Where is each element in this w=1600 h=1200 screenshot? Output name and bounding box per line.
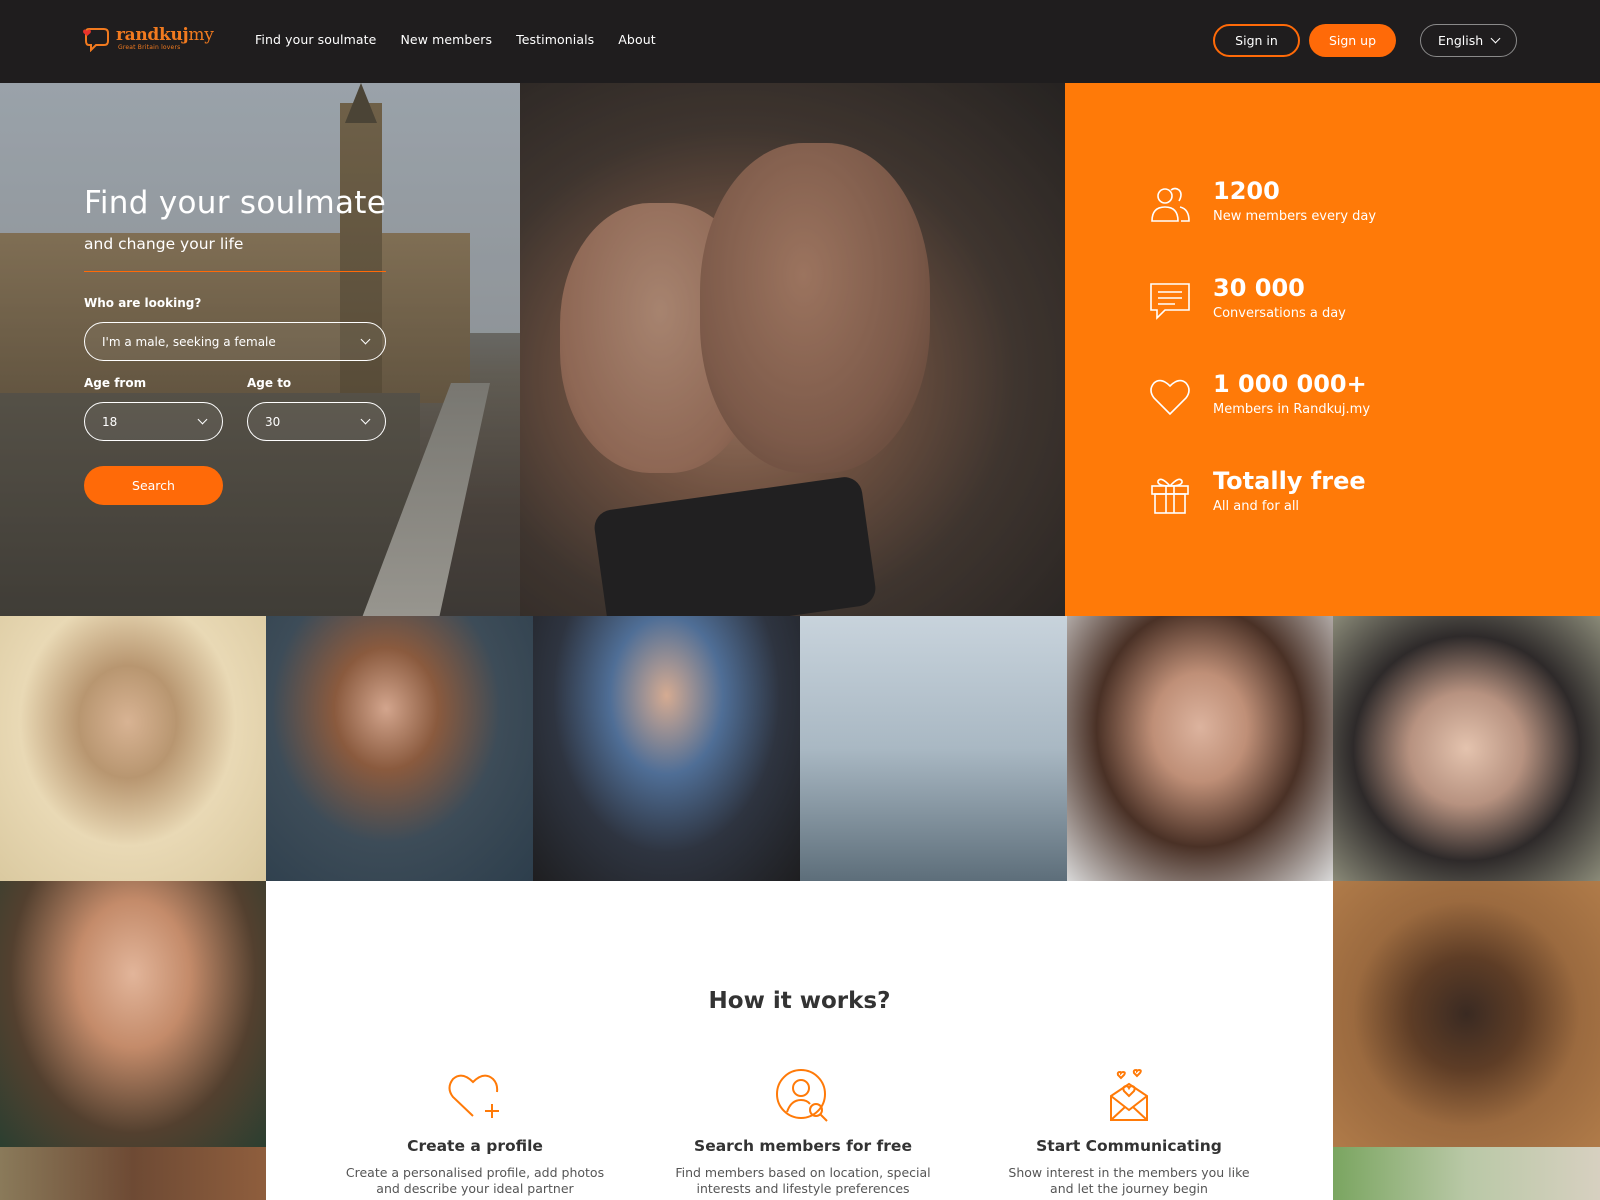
brand-tagline: Great Britain lovers [118,44,181,51]
chevron-down-icon [360,334,371,345]
stat-caption: Members in Randkuj.my [1213,402,1371,417]
age-from-select[interactable]: 18 [84,402,223,441]
nav-find-soulmate[interactable]: Find your soulmate [255,32,376,47]
chevron-down-icon [1490,33,1501,44]
logo[interactable]: randkujmy Great Britain lovers [82,26,214,52]
member-photo[interactable] [0,881,266,1147]
nav-about[interactable]: About [618,32,655,47]
chat-heart-icon [83,28,109,52]
main-nav: Find your soulmate New members Testimoni… [255,32,656,47]
step-create-profile: Create a profile Create a personalised p… [325,1066,625,1197]
hero-subtitle: and change your life [84,235,244,253]
brand-name: randkujmy [116,25,214,45]
step-title: Start Communicating [1036,1137,1222,1155]
sign-up-button[interactable]: Sign up [1309,24,1396,57]
step-start-communicating: Start Communicating Show interest in the… [979,1066,1279,1197]
sign-in-button[interactable]: Sign in [1213,24,1300,57]
stats-panel: 1200 New members every day 30 000 Conver… [1065,83,1600,616]
age-from-label: Age from [84,376,147,390]
stat-number: 1 000 000+ [1213,370,1367,398]
member-photo[interactable] [0,616,266,881]
member-photo[interactable] [1333,881,1600,1147]
hero-title: Find your soulmate [84,185,387,221]
stat-number: Totally free [1213,467,1366,495]
stat-caption: All and for all [1213,499,1300,514]
member-photo[interactable] [800,616,1067,881]
stat-number: 1200 [1213,177,1280,205]
nav-testimonials[interactable]: Testimonials [516,32,594,47]
who-label: Who are looking? [84,296,202,310]
how-it-works-section: How it works? Create a profile Create a … [266,881,1333,1200]
member-photo[interactable] [1333,616,1600,881]
step-description: Show interest in the members you like an… [1008,1165,1250,1196]
nav-new-members[interactable]: New members [400,32,492,47]
age-from-value: 18 [102,414,118,429]
who-value: I'm a male, seeking a female [102,334,276,349]
step-description: Find members based on location, special … [675,1165,931,1196]
step-search-members: Search members for free Find members bas… [653,1066,953,1197]
hero-divider [84,271,386,272]
age-to-value: 30 [265,414,281,429]
gift-icon [1151,478,1189,514]
section-title: How it works? [708,988,891,1014]
user-search-icon [776,1069,828,1122]
member-photo[interactable] [1333,1147,1600,1200]
chevron-down-icon [360,414,371,425]
step-title: Create a profile [407,1137,543,1155]
stat-caption: New members every day [1213,209,1377,224]
member-photo[interactable] [1067,616,1333,881]
chevron-down-icon [197,414,208,425]
heart-plus-icon [448,1074,499,1118]
language-value: English [1438,33,1484,48]
stat-number: 30 000 [1213,274,1305,302]
language-select[interactable]: English [1420,24,1517,57]
heart-icon [1150,379,1190,416]
age-to-label: Age to [247,376,292,390]
people-icon [1151,187,1190,222]
member-photo[interactable] [533,616,800,881]
chat-icon [1150,283,1190,320]
step-description: Create a personalised profile, add photo… [345,1165,605,1196]
stat-caption: Conversations a day [1213,306,1346,321]
step-title: Search members for free [694,1137,912,1155]
top-header: randkujmy Great Britain lovers Find your… [0,0,1600,83]
age-to-select[interactable]: 30 [247,402,386,441]
member-photo[interactable] [0,1147,266,1200]
love-letter-icon [1110,1068,1148,1121]
member-photo[interactable] [266,616,533,881]
search-button[interactable]: Search [84,466,223,505]
who-select[interactable]: I'm a male, seeking a female [84,322,386,361]
